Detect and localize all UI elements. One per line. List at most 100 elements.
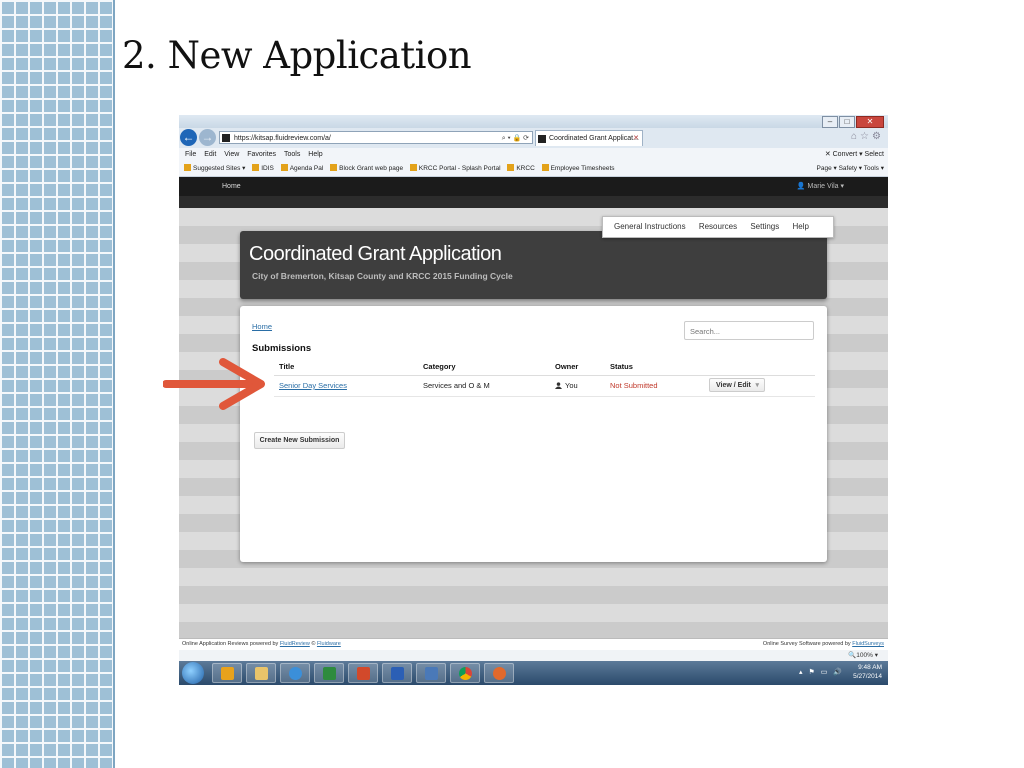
pointer-arrow-icon bbox=[163, 358, 265, 410]
table-header-divider bbox=[274, 375, 815, 376]
search-input[interactable]: Search... bbox=[684, 321, 814, 340]
folder-icon bbox=[255, 667, 268, 680]
minimize-icon[interactable]: – bbox=[822, 116, 838, 128]
ie-icon bbox=[289, 667, 302, 680]
submission-status: Not Submitted bbox=[610, 381, 658, 390]
snagit-icon bbox=[493, 667, 506, 680]
address-bar-icons[interactable]: ⌕ ▾ 🔒 ⟳ bbox=[502, 132, 529, 145]
submission-title-link[interactable]: Senior Day Services bbox=[279, 381, 347, 390]
favorite-employee-timesheets[interactable]: Employee Timesheets bbox=[541, 164, 615, 172]
browser-statusbar: 🔍100% ▾ bbox=[179, 650, 888, 661]
taskbar-explorer[interactable] bbox=[246, 663, 276, 683]
site-top-nav: Home 👤 Marie Vila ▾ bbox=[179, 177, 888, 196]
browser-menubar: File Edit View Favorites Tools Help ✕ Co… bbox=[179, 148, 888, 161]
taskbar-word[interactable] bbox=[382, 663, 412, 683]
menu-resources[interactable]: Resources bbox=[699, 222, 737, 231]
person-icon bbox=[555, 382, 562, 389]
taskbar-excel[interactable] bbox=[314, 663, 344, 683]
user-menu[interactable]: 👤 Marie Vila ▾ bbox=[797, 177, 844, 196]
clock-date: 5/27/2014 bbox=[853, 673, 882, 680]
owner-name: You bbox=[565, 381, 578, 390]
taskbar-snagit[interactable] bbox=[484, 663, 514, 683]
section-title: Submissions bbox=[252, 343, 312, 354]
favorite-icon bbox=[409, 164, 417, 171]
favorite-block-grant[interactable]: Block Grant web page bbox=[330, 164, 403, 172]
menu-help[interactable]: Help bbox=[792, 222, 808, 231]
table-row-divider bbox=[274, 396, 815, 397]
favorites-bar: Suggested Sites ▾ IDIS Agenda Pal Block … bbox=[179, 161, 888, 177]
tab-close-icon[interactable]: ✕ bbox=[633, 131, 639, 146]
browser-navbar: ← → https://kitsap.fluidreview.com/a/ ⌕ … bbox=[179, 128, 888, 148]
nav-home-link[interactable]: Home bbox=[222, 177, 241, 196]
breadcrumb-home[interactable]: Home bbox=[252, 322, 272, 331]
address-bar[interactable]: https://kitsap.fluidreview.com/a/ ⌕ ▾ 🔒 … bbox=[219, 131, 533, 144]
footer-right-text: Online Survey Software powered by bbox=[762, 641, 851, 647]
taskbar-ie[interactable] bbox=[280, 663, 310, 683]
footer-left: Online Application Reviews powered by Fl… bbox=[182, 639, 341, 650]
tab-favicon-icon bbox=[538, 135, 546, 143]
taskbar-outlook[interactable] bbox=[212, 663, 242, 683]
site-favicon-icon bbox=[222, 134, 230, 142]
app-banner: Coordinated Grant Application City of Br… bbox=[240, 231, 827, 299]
create-new-submission-button[interactable]: Create New Submission bbox=[254, 432, 345, 449]
system-clock[interactable]: 9:48 AM 5/27/2014 bbox=[853, 663, 882, 681]
view-edit-label: View / Edit bbox=[716, 382, 751, 389]
clock-time: 9:48 AM bbox=[858, 664, 882, 671]
window-titlebar: – □ ✕ bbox=[179, 115, 888, 128]
footer-left-text: Online Application Reviews powered by bbox=[182, 641, 279, 647]
menu-view[interactable]: View bbox=[224, 151, 239, 158]
favorite-agenda-pal[interactable]: Agenda Pal bbox=[280, 164, 323, 172]
outlook-icon bbox=[221, 667, 234, 680]
fluidsurveys-link[interactable]: FluidSurveys bbox=[852, 641, 884, 647]
tab-title: Coordinated Grant Applicat... bbox=[549, 135, 639, 142]
favorite-icon bbox=[541, 164, 549, 171]
fluidware-link[interactable]: Fluidware bbox=[317, 641, 341, 647]
excel-icon bbox=[323, 667, 336, 680]
back-arrow-icon[interactable]: ← bbox=[180, 129, 197, 146]
favorite-krcc-portal[interactable]: KRCC Portal - Splash Portal bbox=[409, 164, 501, 172]
favorite-suggested-sites[interactable]: Suggested Sites ▾ bbox=[184, 164, 245, 172]
app-title: Coordinated Grant Application bbox=[249, 243, 502, 265]
slide-title: 2. New Application bbox=[122, 34, 472, 77]
submissions-panel: Home Search... Submissions Title Categor… bbox=[240, 306, 827, 562]
start-button-icon[interactable] bbox=[182, 662, 204, 684]
menu-help[interactable]: Help bbox=[308, 151, 322, 158]
zoom-control[interactable]: 🔍100% ▾ bbox=[848, 650, 878, 661]
fluidreview-link[interactable]: FluidReview bbox=[280, 641, 310, 647]
powerpoint-icon bbox=[357, 667, 370, 680]
footer-right: Online Survey Software powered by FluidS… bbox=[763, 639, 884, 650]
submission-owner: You bbox=[555, 381, 578, 390]
favorite-idis[interactable]: IDIS bbox=[252, 164, 274, 172]
menu-favorites[interactable]: Favorites bbox=[247, 151, 276, 158]
close-icon[interactable]: ✕ bbox=[856, 116, 884, 128]
app-subtitle: City of Bremerton, Kitsap County and KRC… bbox=[252, 271, 513, 281]
footer-separator: © bbox=[311, 641, 316, 647]
favorite-icon bbox=[330, 164, 338, 171]
menu-general-instructions[interactable]: General Instructions bbox=[614, 222, 686, 231]
browser-tab[interactable]: Coordinated Grant Applicat... ✕ bbox=[535, 130, 643, 146]
home-star-gear-icons[interactable]: ⌂☆⚙ bbox=[851, 131, 884, 142]
favorite-icon bbox=[507, 164, 515, 171]
favorite-icon bbox=[280, 164, 288, 171]
menu-edit[interactable]: Edit bbox=[204, 151, 216, 158]
forward-arrow-icon[interactable]: → bbox=[199, 129, 216, 146]
chevron-down-icon: ▾ bbox=[755, 382, 759, 389]
maximize-icon[interactable]: □ bbox=[839, 116, 855, 128]
view-edit-button[interactable]: View / Edit ▾ bbox=[709, 378, 765, 392]
menu-tools[interactable]: Tools bbox=[284, 151, 300, 158]
window-controls: – □ ✕ bbox=[822, 116, 884, 128]
convert-select-toolbar[interactable]: ✕ Convert ▾ Select bbox=[825, 148, 884, 161]
site-menu: General Instructions Resources Settings … bbox=[602, 216, 834, 238]
windows-taskbar: ▴ ⚑ ▭ 🔊 9:48 AM 5/27/2014 bbox=[179, 661, 888, 685]
address-url: https://kitsap.fluidreview.com/a/ bbox=[234, 135, 331, 142]
site-subbar bbox=[179, 196, 888, 208]
menu-file[interactable]: File bbox=[185, 151, 196, 158]
command-bar[interactable]: Page ▾ Safety ▾ Tools ▾ bbox=[812, 161, 884, 176]
menu-settings[interactable]: Settings bbox=[750, 222, 779, 231]
system-tray-icons[interactable]: ▴ ⚑ ▭ 🔊 bbox=[799, 668, 844, 676]
column-header-status: Status bbox=[610, 362, 633, 371]
taskbar-chrome[interactable] bbox=[450, 663, 480, 683]
favorite-krcc[interactable]: KRCC bbox=[507, 164, 535, 172]
taskbar-app[interactable] bbox=[416, 663, 446, 683]
taskbar-powerpoint[interactable] bbox=[348, 663, 378, 683]
